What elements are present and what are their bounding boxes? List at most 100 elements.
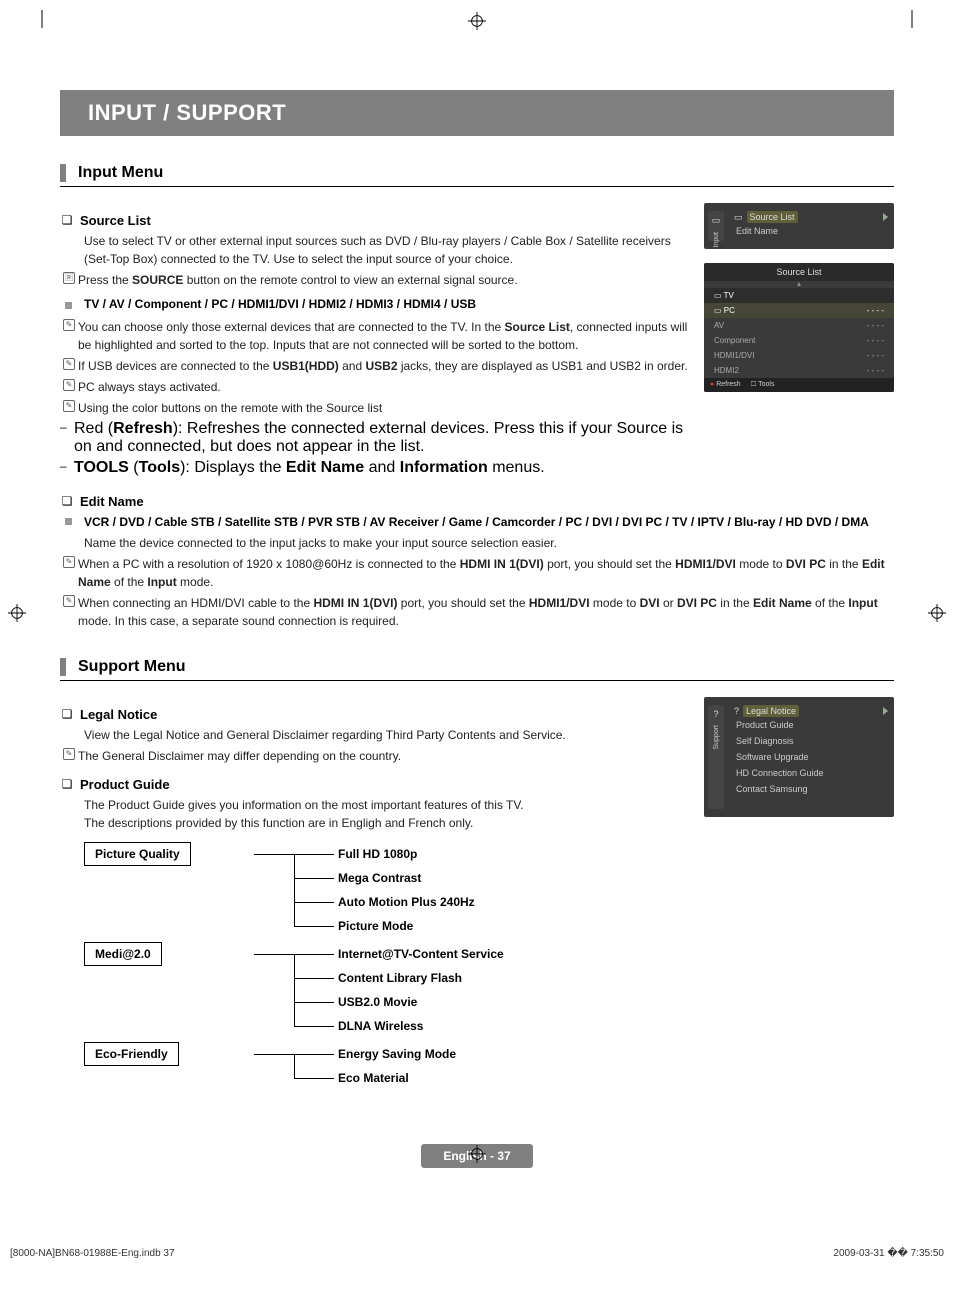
t: mode. [177,575,214,589]
edit-name-heading-row: ❏ Edit Name [60,494,894,509]
tree-group-box: Eco-Friendly [84,1042,179,1066]
devices-dash-2: – TOOLS (Tools): Displays the Edit Name … [60,459,690,477]
osd-support-menu: ? Support ? Legal Notice Product GuideSe… [704,697,894,817]
tree-items: Energy Saving ModeEco Material [334,1042,456,1090]
dash-text: TOOLS (Tools): Displays the Edit Name an… [74,459,545,477]
print-filename: [8000-NA]BN68-01988E-Eng.indb 37 [10,1248,175,1259]
osd2-footer: ● Refresh 🞎 Tools [704,378,894,392]
t: mode to [590,596,640,610]
t: in the [826,557,862,571]
osd2-row: HDMI1/DVI- - - - [704,348,894,363]
t: HDMI IN 1(DVI) [313,596,397,610]
t: Input [147,575,176,589]
refresh-label: ● Refresh [710,381,741,389]
osd-side-tab: ▭ Input [708,211,724,241]
t: HDMI IN 1(DVI) [460,557,544,571]
lbl: HDMI2 [714,366,739,375]
osd3-item: Self Diagnosis [734,733,888,749]
t: ): Displays the [180,459,286,476]
heading-accent [60,164,66,182]
square-bullet-icon [60,297,84,315]
lbl: AV [714,321,724,330]
product-guide-body1: The Product Guide gives you information … [84,796,690,814]
t: Red ( [74,420,113,437]
tree-group: Picture QualityFull HD 1080pMega Contras… [84,842,690,938]
tree-item: Picture Mode [334,914,475,938]
outline-square-icon: ❏ [60,213,74,227]
section-heading-text: Input Menu [78,164,163,182]
crop-mark-tl [30,10,54,34]
osd-line2: Edit Name [734,223,888,239]
lbl: PC [724,306,735,315]
note-icon: ✎ [60,747,78,760]
devices-note-2: ✎ If USB devices are connected to the US… [60,357,690,375]
source-list-heading-row: ❏ Source List [60,213,690,228]
legal-notice-heading-row: ❏ Legal Notice [60,707,690,722]
note-icon: ✎ [60,594,78,607]
osd3-item: Product Guide [734,717,888,733]
tree-item: Internet@TV-Content Service [334,942,504,966]
note-icon: ✎ [60,378,78,391]
tree-item: Full HD 1080p [334,842,475,866]
registration-mark-top [468,12,486,30]
square-bullet-icon [60,513,84,531]
note-text: You can choose only those external devic… [78,318,690,354]
osd2-row: ▭ PC- - - - [704,303,894,318]
dash-icon: – [60,459,74,477]
edit-name-note-1: ✎ When a PC with a resolution of 1920 x … [60,555,894,591]
tree-group-label-cell: Eco-Friendly [84,1042,254,1090]
print-timestamp: 2009-03-31 �� 7:35:50 [833,1248,944,1259]
t: HDMI1/DVI [529,596,590,610]
source-icon: ▭ [734,212,743,223]
t: If USB devices are connected to the [78,359,273,373]
registration-mark-bottom [468,1145,486,1163]
t: and [364,459,400,476]
osd-source-list: Source List ▲ ▭ TV ▭ PC- - - - AV- - - -… [704,263,894,392]
t: USB2 [365,359,397,373]
product-guide-tree: Picture QualityFull HD 1080pMega Contras… [84,842,690,1090]
osd2-row: ▭ TV [704,288,894,303]
val: - - - - [867,351,884,360]
section-input-menu: Input Menu [60,164,894,187]
t: of the [111,575,148,589]
osd2-row: HDMI2- - - - [704,363,894,378]
tree-group: Eco-Friendly Energy Saving ModeEco Materi… [84,1042,690,1090]
tools-label: 🞎 Tools [751,381,775,389]
osd2-title: Source List [704,263,894,281]
tree-item: DLNA Wireless [334,1014,504,1038]
osd3-highlight: Legal Notice [743,705,799,717]
source-press-text: Press the SOURCE button on the remote co… [78,271,690,289]
edit-name-sub-row: VCR / DVD / Cable STB / Satellite STB / … [60,513,894,531]
t: or [660,596,677,610]
note-icon: ✎ [60,399,78,412]
arrow-icon [883,707,888,715]
t: Edit Name [753,596,812,610]
tree-group-box: Medi@2.0 [84,942,162,966]
t: Refresh [113,420,173,437]
osd3-item: HD Connection Guide [734,765,888,781]
source-press-row: 🅁 Press the SOURCE button on the remote … [60,271,690,289]
input-content-wrap: ❏ Source List Use to select TV or other … [60,203,894,480]
arrow-icon [883,213,888,221]
note-text: When connecting an HDMI/DVI cable to the… [78,594,894,630]
tv-icon: ▭ [712,215,721,226]
devices-note-4: ✎ Using the color buttons on the remote … [60,399,690,417]
osd2-row: Component- - - - [704,333,894,348]
devices-note-3: ✎ PC always stays activated. [60,378,690,396]
t: USB1(HDD) [273,359,339,373]
osd3-item: Software Upgrade [734,749,888,765]
t: Input [848,596,877,610]
osd2-row: AV- - - - [704,318,894,333]
t: When a PC with a resolution of 1920 x 10… [78,557,460,571]
t: and [339,359,366,373]
osd-main: ▭ Source List Edit Name [734,211,888,239]
edit-name-body: Name the device connected to the input j… [84,534,894,552]
tree-item: Energy Saving Mode [334,1042,456,1066]
page: INPUT / SUPPORT Input Menu ❏ Source List… [0,0,954,1208]
section-support-menu: Support Menu [60,658,894,681]
osd-side-tab: ? Support [708,705,724,809]
info-icon: ? [734,706,739,716]
support-side-column: ? Support ? Legal Notice Product GuideSe… [704,697,894,1094]
t: DVI [640,596,660,610]
outline-square-icon: ❏ [60,707,74,721]
